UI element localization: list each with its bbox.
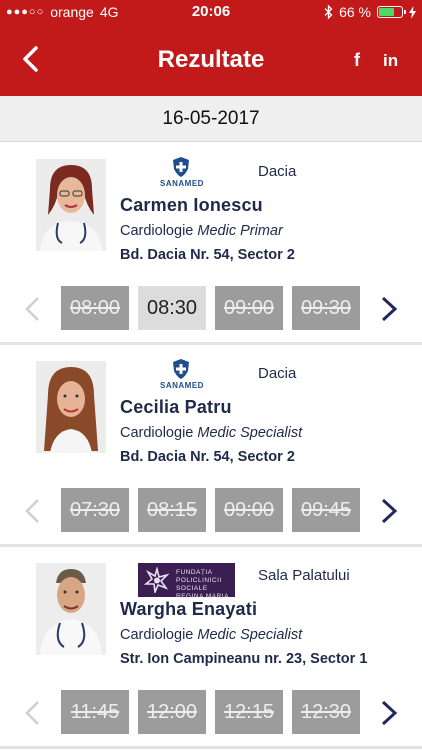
time-slot: 09:30 bbox=[292, 286, 360, 330]
time-slot: 08:00 bbox=[61, 286, 129, 330]
chevron-right-icon[interactable] bbox=[378, 294, 400, 324]
clinic-address: Bd. Dacia Nr. 54, Sector 2 bbox=[120, 247, 295, 263]
clinic-logo-text: SANAMED bbox=[160, 179, 204, 188]
date-header: 16-05-2017 bbox=[0, 96, 422, 142]
specialty-label: Cardiologie bbox=[120, 223, 194, 239]
time-slot: 09:45 bbox=[292, 488, 360, 532]
chevron-left-icon[interactable] bbox=[22, 294, 42, 324]
clinic-location: Dacia bbox=[258, 163, 297, 180]
time-slots: 11:45 12:00 12:15 12:30 bbox=[0, 690, 422, 736]
regina-maria-logo: FUNDAȚIA POLICLINICII SOCIALE REGINA MAR… bbox=[138, 563, 235, 600]
time-slots: 08:00 08:30 09:00 09:30 bbox=[0, 286, 422, 332]
doctor-photo bbox=[36, 563, 106, 655]
doctor-rank: Medic Specialist bbox=[197, 425, 303, 441]
doctor-photo bbox=[36, 361, 106, 453]
time-slot: 12:30 bbox=[292, 690, 360, 734]
bluetooth-icon bbox=[324, 5, 333, 19]
facebook-share-button[interactable]: f bbox=[354, 50, 360, 71]
doctor-name: Wargha Enayati bbox=[120, 599, 258, 619]
clinic-logo-text: FUNDAȚIA POLICLINICII SOCIALE REGINA MAR… bbox=[176, 569, 229, 600]
time-slot: 09:00 bbox=[215, 488, 283, 532]
time-slots: 07:30 08:15 09:00 09:45 bbox=[0, 488, 422, 534]
chevron-left-icon[interactable] bbox=[22, 496, 42, 526]
doctor-specialty: Cardiologie Medic Primar bbox=[120, 223, 283, 239]
doctor-specialty: Cardiologie Medic Specialist bbox=[120, 627, 302, 643]
doctor-name: Cecilia Patru bbox=[120, 397, 232, 417]
shield-cross-icon bbox=[173, 359, 189, 379]
battery-icon bbox=[377, 6, 406, 18]
sanamed-logo: SANAMED bbox=[158, 157, 206, 191]
linkedin-share-button[interactable]: in bbox=[383, 51, 398, 71]
chevron-left-icon[interactable] bbox=[22, 698, 42, 728]
time-slot[interactable]: 08:30 bbox=[138, 286, 206, 330]
charging-icon bbox=[409, 5, 416, 19]
sanamed-logo: SANAMED bbox=[158, 359, 206, 393]
battery-percent: 66 % bbox=[339, 4, 371, 20]
battery-fill bbox=[379, 8, 394, 16]
navigation-bar: Rezultate f in bbox=[0, 24, 422, 96]
doctor-rank: Medic Specialist bbox=[197, 627, 303, 643]
chevron-right-icon[interactable] bbox=[378, 698, 400, 728]
chevron-right-icon[interactable] bbox=[378, 496, 400, 526]
time-slot: 09:00 bbox=[215, 286, 283, 330]
time-slot: 11:45 bbox=[61, 690, 129, 734]
doctor-card[interactable]: FUNDAȚIA POLICLINICII SOCIALE REGINA MAR… bbox=[0, 547, 422, 749]
specialty-label: Cardiologie bbox=[120, 425, 194, 441]
shield-cross-icon bbox=[173, 157, 189, 177]
time-slot: 08:15 bbox=[138, 488, 206, 532]
doctor-photo bbox=[36, 159, 106, 251]
doctor-rank: Medic Primar bbox=[197, 223, 283, 239]
doctor-name: Carmen Ionescu bbox=[120, 195, 263, 215]
clinic-location: Sala Palatului bbox=[258, 567, 350, 584]
clinic-address: Bd. Dacia Nr. 54, Sector 2 bbox=[120, 449, 295, 465]
doctor-card[interactable]: SANAMED Dacia Carmen Ionescu Cardiologie… bbox=[0, 143, 422, 345]
status-bar: ●●●○○ orange 4G 20:06 66 % bbox=[0, 0, 422, 24]
doctor-specialty: Cardiologie Medic Specialist bbox=[120, 425, 302, 441]
clinic-location: Dacia bbox=[258, 365, 297, 382]
time-slot: 12:00 bbox=[138, 690, 206, 734]
status-right: 66 % bbox=[324, 4, 416, 20]
clinic-address: Str. Ion Campineanu nr. 23, Sector 1 bbox=[120, 651, 368, 667]
time-slot: 12:15 bbox=[215, 690, 283, 734]
doctor-card[interactable]: SANAMED Dacia Cecilia Patru Cardiologie … bbox=[0, 345, 422, 547]
specialty-label: Cardiologie bbox=[120, 627, 194, 643]
clinic-logo-text: SANAMED bbox=[160, 381, 204, 390]
time-slot: 07:30 bbox=[61, 488, 129, 532]
star-emblem-icon bbox=[144, 567, 170, 593]
